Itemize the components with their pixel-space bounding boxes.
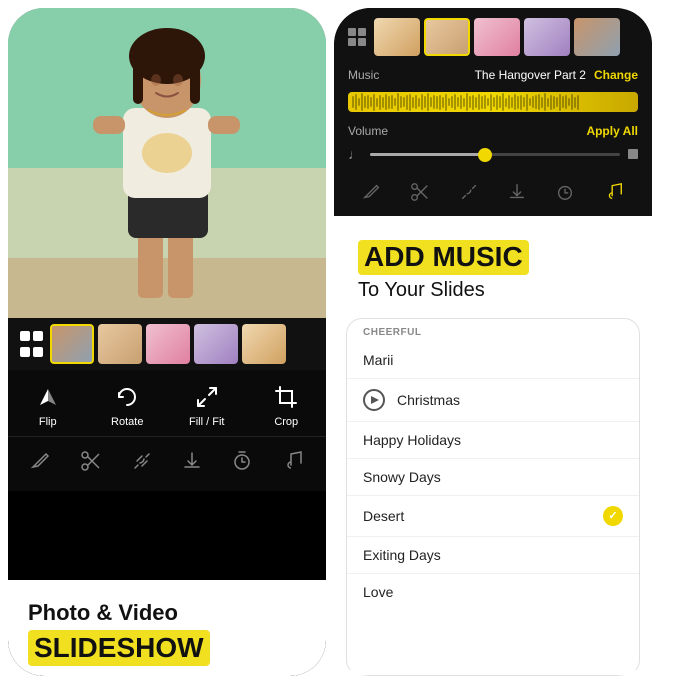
main-title: SLIDESHOW — [28, 630, 210, 666]
rotate-label: Rotate — [111, 416, 143, 428]
right-top-area: Music The Hangover Part 2 Change — [334, 8, 652, 216]
waveform[interactable] — [348, 92, 638, 112]
music-bar: Music The Hangover Part 2 Change — [334, 62, 652, 86]
music-track-title: The Hangover Part 2 — [387, 68, 586, 82]
thumbnail-1[interactable] — [50, 324, 94, 364]
scissors-icon[interactable] — [77, 447, 105, 475]
check-circle-icon: ✓ — [603, 506, 623, 526]
list-item[interactable]: Snowy Days — [347, 459, 639, 496]
volume-low-icon: ♩ — [348, 146, 362, 162]
fill-fit-control[interactable]: Fill / Fit — [179, 382, 234, 428]
person-illustration — [8, 8, 326, 318]
crop-label: Crop — [274, 416, 298, 428]
music-item-name: Exiting Days — [363, 547, 623, 563]
right-thumb-4[interactable] — [524, 18, 570, 56]
subtitle-text: Photo & Video — [28, 600, 306, 626]
thumbnail-4[interactable] — [194, 324, 238, 364]
thumbnail-5[interactable] — [242, 324, 286, 364]
link-icon[interactable] — [128, 447, 156, 475]
right-scissors-icon[interactable] — [406, 178, 434, 206]
music-item-name: Love — [363, 584, 623, 600]
add-music-section: ADD MUSIC To Your Slides — [334, 216, 652, 318]
rotate-icon — [112, 382, 142, 412]
right-thumb-3[interactable] — [474, 18, 520, 56]
right-download-icon[interactable] — [503, 178, 531, 206]
music-category: CHEERFUL — [347, 319, 639, 342]
list-item[interactable]: Love — [347, 574, 639, 610]
right-thumb-5[interactable] — [574, 18, 620, 56]
flip-label: Flip — [39, 416, 57, 428]
right-bottom-icons — [334, 170, 652, 216]
right-thumb-1[interactable] — [374, 18, 420, 56]
volume-slider-track[interactable] — [370, 153, 620, 156]
add-music-title: ADD MUSIC — [358, 240, 628, 275]
add-music-subtitle: To Your Slides — [358, 279, 628, 302]
music-item-name: Happy Holidays — [363, 432, 623, 448]
music-item-name: Snowy Days — [363, 469, 623, 485]
rotate-control[interactable]: Rotate — [100, 382, 155, 428]
thumbnail-2[interactable] — [98, 324, 142, 364]
apply-all-button[interactable]: Apply All — [586, 124, 638, 138]
right-timer-icon[interactable] — [551, 178, 579, 206]
music-item-name: Desert — [363, 508, 603, 524]
volume-slider-row: ♩ — [334, 142, 652, 170]
flip-icon — [33, 382, 63, 412]
grid-view-icon[interactable] — [16, 329, 46, 359]
right-grid-icon[interactable] — [344, 24, 370, 50]
timer-icon[interactable] — [228, 447, 256, 475]
fill-fit-label: Fill / Fit — [189, 416, 224, 428]
slider-thumb[interactable] — [478, 148, 492, 162]
right-music-icon[interactable] — [600, 178, 628, 206]
photo-area — [8, 8, 326, 318]
play-triangle-icon — [371, 396, 379, 404]
music-label: Music — [348, 68, 379, 82]
person-photo — [8, 8, 326, 318]
waveform-bars — [348, 92, 638, 112]
checkmark: ✓ — [608, 509, 617, 522]
edit-controls: Flip Rotate — [8, 370, 326, 436]
bottom-text-area: Photo & Video SLIDESHOW — [8, 580, 326, 676]
music-list-container: CHEERFUL Marii Christmas Happy Holidays … — [346, 318, 640, 676]
volume-high-icon — [628, 149, 638, 159]
play-button[interactable] — [363, 389, 385, 411]
crop-icon — [271, 382, 301, 412]
add-music-highlight: ADD MUSIC — [358, 240, 529, 275]
flip-control[interactable]: Flip — [20, 382, 75, 428]
change-button[interactable]: Change — [594, 68, 638, 82]
waveform-container — [334, 86, 652, 118]
list-item[interactable]: Happy Holidays — [347, 422, 639, 459]
bottom-toolbar — [8, 436, 326, 491]
music-item-name: Christmas — [397, 392, 623, 408]
right-thumb-2[interactable] — [424, 18, 470, 56]
thumbnail-toolbar — [8, 318, 326, 370]
list-item[interactable]: Desert ✓ — [347, 496, 639, 537]
slider-fill — [370, 153, 483, 156]
right-phone: Music The Hangover Part 2 Change — [334, 8, 652, 676]
right-main-content: ADD MUSIC To Your Slides CHEERFUL Marii … — [334, 216, 652, 676]
edit-icon[interactable] — [27, 447, 55, 475]
thumbnail-row — [50, 324, 318, 364]
list-item[interactable]: Marii — [347, 342, 639, 379]
right-edit-icon[interactable] — [358, 178, 386, 206]
download-icon[interactable] — [178, 447, 206, 475]
list-item[interactable]: Christmas — [347, 379, 639, 422]
right-thumbnail-row — [334, 8, 652, 62]
fill-fit-icon — [192, 382, 222, 412]
left-screen: Flip Rotate — [8, 8, 326, 580]
volume-bar: Volume Apply All — [334, 118, 652, 142]
music-icon[interactable] — [279, 447, 307, 475]
list-item[interactable]: Exiting Days — [347, 537, 639, 574]
crop-control[interactable]: Crop — [259, 382, 314, 428]
left-phone: Flip Rotate — [8, 8, 326, 676]
right-link-icon[interactable] — [455, 178, 483, 206]
music-item-name: Marii — [363, 352, 623, 368]
volume-label: Volume — [348, 124, 388, 138]
thumbnail-3[interactable] — [146, 324, 190, 364]
